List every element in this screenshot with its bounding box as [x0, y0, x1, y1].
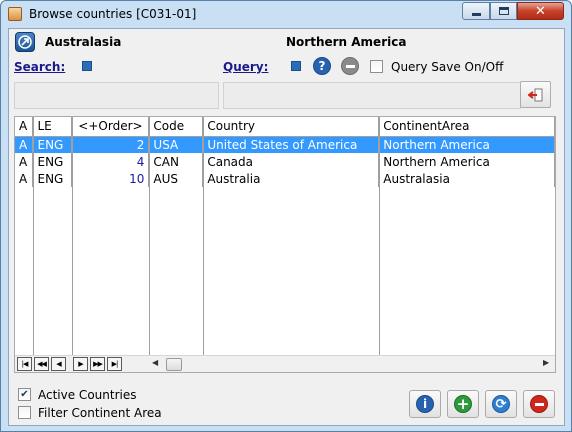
scroll-thumb[interactable] [166, 358, 182, 371]
cell-a: A [15, 153, 34, 170]
help-icon[interactable]: ? [313, 57, 331, 75]
table-row[interactable]: A ENG 2 USA United States of America Nor… [15, 135, 555, 153]
cell-code: CAN [148, 153, 204, 170]
refresh-button[interactable]: ⟳ [485, 390, 517, 418]
col-header-code[interactable]: Code [148, 117, 204, 137]
delete-icon [530, 395, 548, 413]
info-icon: i [416, 395, 434, 413]
cell-le: ENG [32, 170, 73, 187]
active-countries-checkbox[interactable]: ✔ [18, 388, 31, 401]
col-header-continent-area[interactable]: ContinentArea [378, 117, 555, 137]
active-countries-label: Active Countries [38, 388, 137, 402]
maximize-icon [498, 7, 509, 15]
table-row[interactable]: A ENG 4 CAN Canada Northern America [15, 153, 555, 170]
clear-query-icon[interactable] [341, 57, 359, 75]
query-save-label: Query Save On/Off [391, 60, 504, 74]
col-header-le[interactable]: LE [32, 117, 73, 137]
browse-countries-window: Browse countries [C031-01] ✕ Australasia… [0, 0, 572, 432]
title-bar[interactable]: Browse countries [C031-01] ✕ [1, 1, 571, 27]
client-area: Australasia Northern America Search: Que… [8, 28, 565, 426]
cell-order: 2 [71, 135, 150, 153]
first-record-button[interactable]: |◀ [17, 357, 32, 371]
cell-a: A [15, 135, 34, 153]
next-record-button[interactable]: ▶ [73, 357, 88, 371]
column-divider [203, 117, 204, 357]
app-icon [8, 7, 22, 21]
add-button[interactable]: + [447, 390, 479, 418]
cell-area: Australasia [378, 170, 555, 187]
exit-button[interactable] [520, 81, 551, 108]
col-header-order[interactable]: <+Order> [71, 117, 150, 137]
minimize-button[interactable] [462, 2, 490, 20]
prev-page-button[interactable]: ◀◀ [34, 357, 49, 371]
cell-country: Australia [202, 170, 380, 187]
last-record-button[interactable]: ▶| [107, 357, 122, 371]
column-divider [379, 117, 380, 357]
cell-le: ENG [32, 153, 73, 170]
prev-record-button[interactable]: ◀ [51, 357, 66, 371]
table-row[interactable]: A ENG 10 AUS Australia Australasia [15, 170, 555, 187]
query-link[interactable]: Query: [223, 60, 268, 74]
countries-grid[interactable]: A LE <+Order> Code Country ContinentArea… [14, 116, 556, 373]
col-header-a[interactable]: A [15, 117, 34, 137]
cell-area: Northern America [378, 135, 555, 153]
add-icon: + [454, 395, 472, 413]
header-row: A LE <+Order> Code Country ContinentArea [15, 117, 555, 137]
cell-le: ENG [32, 135, 73, 153]
delete-button[interactable] [523, 390, 555, 418]
close-icon: ✕ [535, 3, 546, 19]
filter-continent-area-label: Filter Continent Area [38, 406, 162, 420]
cell-country: Canada [202, 153, 380, 170]
column-divider [149, 117, 150, 357]
cell-area: Northern America [378, 153, 555, 170]
cell-order: 10 [71, 170, 150, 187]
current-continent-label: Australasia [45, 35, 122, 49]
maximize-button[interactable] [490, 2, 517, 20]
scroll-right-icon[interactable]: ▶ [543, 358, 549, 367]
query-button[interactable] [291, 61, 301, 71]
scroll-left-icon[interactable]: ◀ [152, 358, 158, 367]
search-link[interactable]: Search: [14, 60, 65, 74]
cell-code: AUS [148, 170, 204, 187]
navigate-icon [18, 35, 32, 49]
refresh-icon: ⟳ [492, 395, 510, 413]
window-title: Browse countries [C031-01] [29, 7, 197, 21]
cell-a: A [15, 170, 34, 187]
cell-country: United States of America [202, 135, 380, 153]
col-header-country[interactable]: Country [202, 117, 380, 137]
exit-icon [527, 88, 542, 101]
selected-area-label: Northern America [286, 35, 407, 49]
countries-table: A LE <+Order> Code Country ContinentArea… [15, 117, 555, 187]
info-button[interactable]: i [409, 390, 441, 418]
cell-order: 4 [71, 153, 150, 170]
search-button[interactable] [82, 61, 92, 71]
query-save-checkbox[interactable] [370, 60, 383, 73]
next-page-button[interactable]: ▶▶ [90, 357, 105, 371]
close-button[interactable]: ✕ [517, 2, 564, 20]
column-divider [33, 117, 34, 357]
minimize-icon [471, 12, 481, 16]
horizontal-scrollbar[interactable]: |◀ ◀◀ ◀ ▶ ▶▶ ▶| ◀ ▶ [15, 355, 555, 372]
query-input[interactable] [223, 82, 521, 109]
column-divider [72, 117, 73, 357]
search-input[interactable] [14, 82, 219, 109]
navigate-button[interactable] [15, 32, 35, 52]
cell-code: USA [148, 135, 204, 153]
filter-continent-area-checkbox[interactable] [18, 406, 31, 419]
